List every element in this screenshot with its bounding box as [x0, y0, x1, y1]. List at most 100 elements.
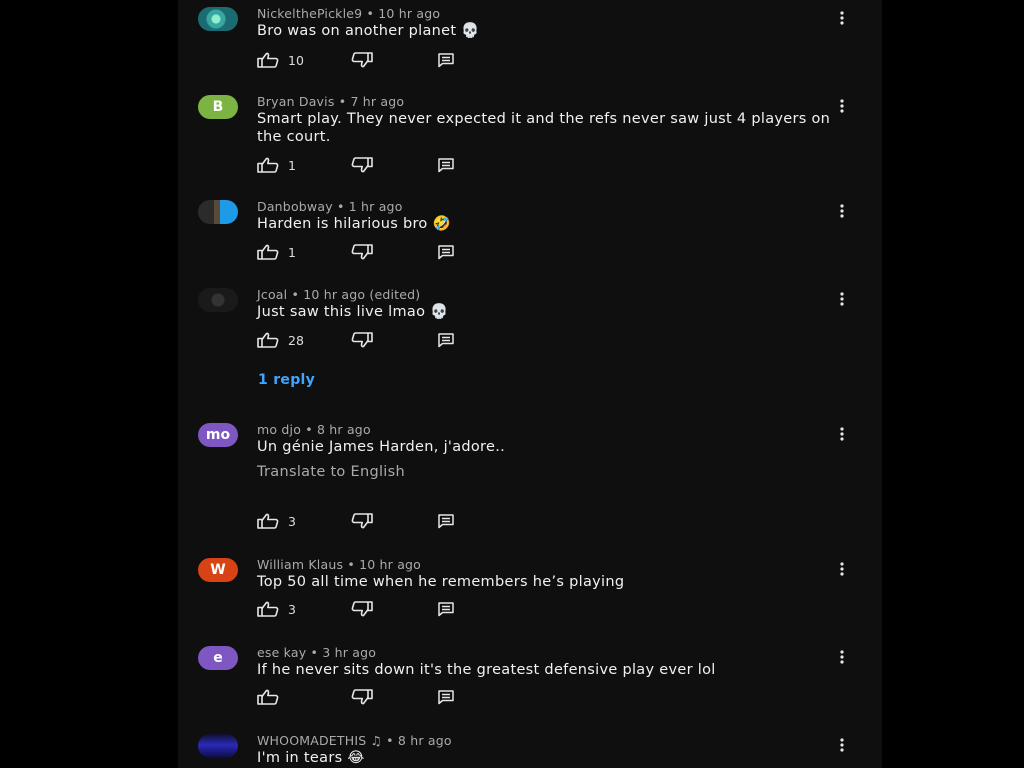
comment-time: 1 hr ago [348, 199, 403, 214]
comment-time: 10 hr ago (edited) [303, 287, 421, 302]
reply-icon [438, 52, 454, 68]
comment-meta: WHOOMADETHIS ♫ • 8 hr ago [257, 733, 452, 748]
more-vert-icon [840, 98, 844, 117]
author-name[interactable]: William Klaus [257, 557, 343, 572]
thumbs-down-icon [351, 601, 373, 617]
author-name[interactable]: mo djo [257, 422, 301, 437]
comment-text: Top 50 all time when he remembers he’s p… [257, 574, 625, 590]
more-options-button[interactable] [834, 203, 850, 221]
comment-actions [257, 687, 497, 707]
comment-text: Smart play. They never expected it and t… [257, 111, 831, 145]
more-vert-icon [840, 561, 844, 580]
translate-button[interactable]: Translate to English [257, 464, 405, 480]
avatar[interactable]: B [198, 95, 238, 119]
comment-actions: 28 [257, 330, 497, 350]
comments-list[interactable]: NickelthePickle9 • 10 hr ago Bro was on … [178, 0, 882, 768]
like-count: 28 [288, 332, 304, 348]
comment-time: 10 hr ago [378, 6, 441, 21]
more-vert-icon [840, 649, 844, 668]
dislike-button[interactable] [351, 511, 373, 531]
reply-icon [438, 244, 454, 260]
comment-text: Un génie James Harden, j'adore.. [257, 439, 506, 455]
more-options-button[interactable] [834, 426, 850, 444]
thumbs-down-icon [351, 332, 373, 348]
comment-actions: 3 [257, 511, 497, 531]
comment-time: 3 hr ago [322, 645, 377, 660]
more-options-button[interactable] [834, 649, 850, 667]
like-button[interactable] [257, 687, 288, 707]
author-name[interactable]: Danbobway [257, 199, 333, 214]
like-count: 1 [288, 244, 296, 260]
dislike-button[interactable] [351, 330, 373, 350]
comment-time: 8 hr ago [397, 733, 452, 748]
like-button[interactable]: 1 [257, 155, 296, 175]
comment-meta: Jcoal • 10 hr ago (edited) [257, 287, 421, 302]
reply-button[interactable] [438, 330, 454, 350]
reply-icon [438, 601, 454, 617]
thumbs-up-icon [257, 513, 279, 529]
more-options-button[interactable] [834, 98, 850, 116]
like-count: 1 [288, 157, 296, 173]
thumbs-up-icon [257, 157, 279, 173]
comment-time: 10 hr ago [359, 557, 422, 572]
comment-time: 7 hr ago [350, 94, 405, 109]
like-button[interactable]: 10 [257, 50, 304, 70]
thumbs-down-icon [351, 157, 373, 173]
reply-icon [438, 513, 454, 529]
thumbs-up-icon [257, 332, 279, 348]
dislike-button[interactable] [351, 155, 373, 175]
comment-actions: 3 [257, 599, 497, 619]
thumbs-up-icon [257, 244, 279, 260]
comment-text: I'm in tears 😂 [257, 750, 365, 766]
author-name[interactable]: ese kay [257, 645, 306, 660]
thumbs-down-icon [351, 244, 373, 260]
like-count: 3 [288, 513, 296, 529]
comment-actions: 1 [257, 242, 497, 262]
comment-actions: 10 [257, 50, 497, 70]
avatar[interactable]: e [198, 646, 238, 670]
author-name[interactable]: NickelthePickle9 [257, 6, 362, 21]
dislike-button[interactable] [351, 50, 373, 70]
reply-button[interactable] [438, 50, 454, 70]
avatar[interactable] [198, 7, 238, 31]
more-vert-icon [840, 426, 844, 445]
reply-icon [438, 689, 454, 705]
reply-button[interactable] [438, 155, 454, 175]
comment-actions: 1 [257, 155, 497, 175]
more-options-button[interactable] [834, 737, 850, 755]
comment-text: Harden is hilarious bro 🤣 [257, 216, 451, 232]
reply-button[interactable] [438, 687, 454, 707]
like-count: 10 [288, 52, 304, 68]
avatar[interactable] [198, 734, 238, 758]
author-name[interactable]: WHOOMADETHIS [257, 733, 366, 748]
dislike-button[interactable] [351, 242, 373, 262]
avatar[interactable] [198, 288, 238, 312]
thumbs-down-icon [351, 513, 373, 529]
avatar[interactable]: mo [198, 423, 238, 447]
comment-meta: mo djo • 8 hr ago [257, 422, 371, 437]
comment-text: If he never sits down it's the greatest … [257, 662, 716, 678]
like-button[interactable]: 28 [257, 330, 304, 350]
more-options-button[interactable] [834, 10, 850, 28]
reply-button[interactable] [438, 599, 454, 619]
comment-meta: ese kay • 3 hr ago [257, 645, 377, 660]
dislike-button[interactable] [351, 599, 373, 619]
more-options-button[interactable] [834, 291, 850, 309]
reply-button[interactable] [438, 242, 454, 262]
more-vert-icon [840, 203, 844, 222]
avatar[interactable]: W [198, 558, 238, 582]
author-name[interactable]: Jcoal [257, 287, 287, 302]
comment-text: Bro was on another planet 💀 [257, 23, 480, 39]
thumbs-down-icon [351, 689, 373, 705]
author-name[interactable]: Bryan Davis [257, 94, 335, 109]
comment-text: Just saw this live lmao 💀 [257, 304, 449, 320]
dislike-button[interactable] [351, 687, 373, 707]
like-button[interactable]: 1 [257, 242, 296, 262]
like-button[interactable]: 3 [257, 599, 296, 619]
more-options-button[interactable] [834, 561, 850, 579]
view-replies-link[interactable]: 1 reply [258, 372, 315, 388]
reply-icon [438, 332, 454, 348]
reply-button[interactable] [438, 511, 454, 531]
avatar[interactable] [198, 200, 238, 224]
like-button[interactable]: 3 [257, 511, 296, 531]
